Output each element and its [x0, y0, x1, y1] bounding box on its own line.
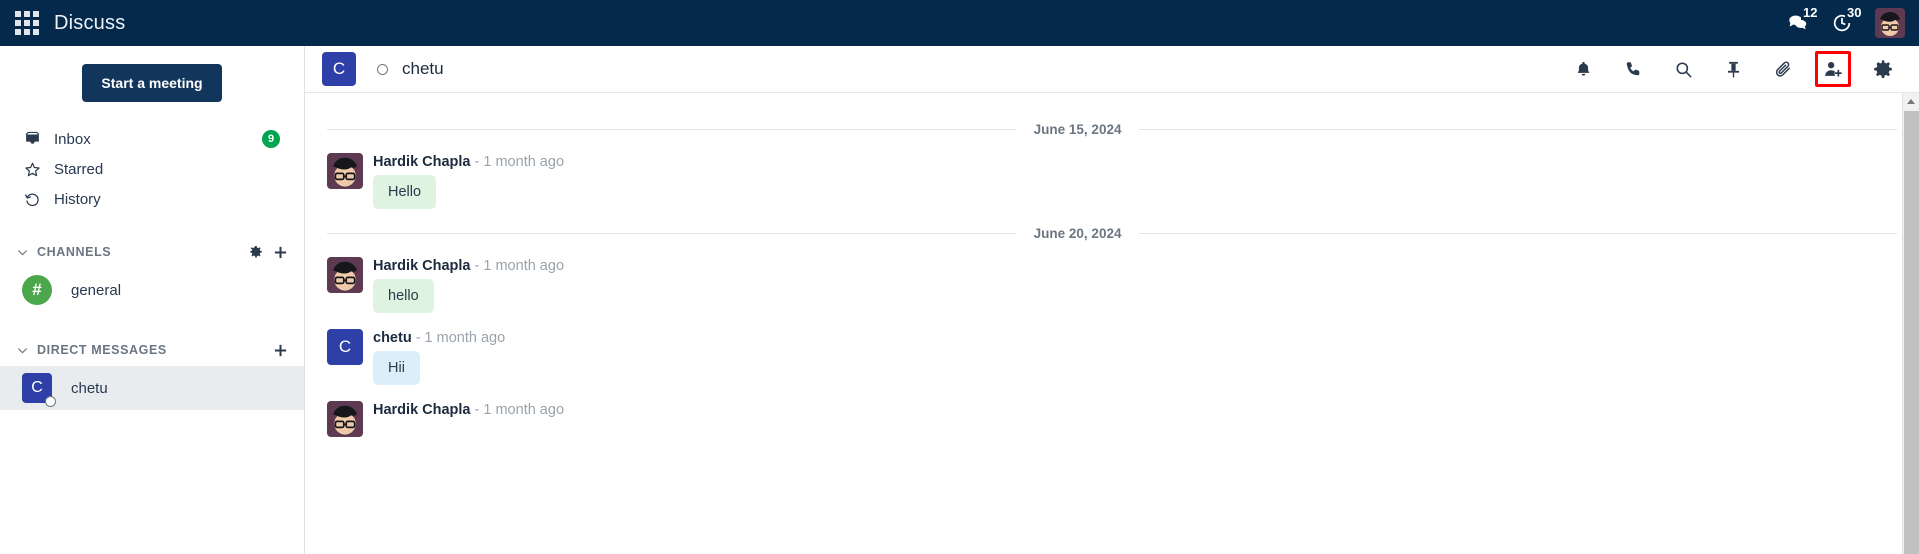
add-user-icon[interactable] — [1815, 51, 1851, 87]
message-bubble: hello — [373, 279, 434, 313]
direct-messages-section-actions — [273, 343, 288, 358]
sidebar-item-history[interactable]: History — [14, 184, 290, 214]
activity-menu[interactable]: 30 — [1831, 5, 1864, 34]
channels-section-title: CHANNELS — [37, 245, 112, 259]
gear-icon[interactable] — [1865, 51, 1901, 87]
dm-label: chetu — [71, 379, 108, 397]
top-navbar: Discuss 12 30 — [0, 0, 1919, 46]
date-separator: June 15, 2024 — [305, 122, 1919, 137]
presence-offline-icon — [377, 63, 388, 75]
navbar-actions: 12 30 — [1787, 0, 1919, 46]
message-author: chetu — [373, 330, 412, 346]
message-body: Hardik Chapla - 1 month ago — [373, 401, 564, 437]
message-meta: Hardik Chapla - 1 month ago — [373, 401, 564, 419]
plus-icon[interactable] — [273, 245, 288, 260]
sidebar-item-inbox[interactable]: Inbox 9 — [14, 124, 290, 154]
channel-hash-avatar: # — [22, 275, 52, 305]
inbox-count-badge: 9 — [262, 130, 280, 148]
sidebar-item-label: Inbox — [54, 130, 91, 148]
messages-menu[interactable]: 12 — [1787, 5, 1820, 34]
plus-icon[interactable] — [273, 343, 288, 358]
message-bubble: Hii — [373, 351, 420, 385]
message-author: Hardik Chapla — [373, 154, 471, 170]
main-layout: Start a meeting Inbox 9 Starred History … — [0, 46, 1919, 554]
message-body: chetu - 1 month ago Hii — [373, 329, 505, 385]
message-avatar: C — [327, 329, 363, 365]
message-meta: Hardik Chapla - 1 month ago — [373, 153, 564, 171]
history-icon — [24, 191, 46, 208]
separator-line — [327, 129, 1016, 130]
chat-header-actions — [1565, 51, 1911, 87]
message-timestamp: - 1 month ago — [474, 402, 565, 418]
scroll-up-arrow[interactable] — [1903, 93, 1919, 110]
scrollbar-thumb[interactable] — [1904, 111, 1919, 554]
separator-line — [1139, 233, 1897, 234]
dm-avatar: C — [22, 373, 56, 407]
chevron-down-icon — [16, 246, 29, 259]
message-meta: chetu - 1 month ago — [373, 329, 505, 347]
activity-badge: 30 — [1845, 5, 1864, 20]
channels-section-actions — [249, 245, 288, 260]
message-avatar — [327, 257, 363, 293]
message-author: Hardik Chapla — [373, 402, 471, 418]
message-timestamp: - 1 month ago — [474, 258, 565, 274]
chat-title[interactable]: chetu — [402, 59, 444, 79]
messages-badge: 12 — [1801, 5, 1820, 20]
chat-header: C chetu — [305, 46, 1919, 93]
inbox-icon — [24, 131, 46, 148]
date-label: June 15, 2024 — [1033, 122, 1122, 137]
triangle-up-icon — [1907, 99, 1915, 104]
direct-messages-section-header[interactable]: DIRECT MESSAGES — [0, 334, 304, 366]
search-icon[interactable] — [1665, 51, 1701, 87]
message-meta: Hardik Chapla - 1 month ago — [373, 257, 564, 275]
channel-label: general — [71, 281, 122, 299]
chat-header-avatar: C — [322, 52, 356, 86]
message-item[interactable]: Hardik Chapla - 1 month ago hello — [305, 251, 1919, 313]
app-title: Discuss — [54, 11, 126, 34]
direct-messages-section-title: DIRECT MESSAGES — [37, 343, 167, 357]
dm-avatar-initial: C — [31, 379, 43, 396]
message-body: Hardik Chapla - 1 month ago Hello — [373, 153, 564, 209]
presence-offline-icon — [45, 396, 56, 407]
message-body: Hardik Chapla - 1 month ago hello — [373, 257, 564, 313]
sidebar-dm-chetu[interactable]: C chetu — [0, 366, 304, 410]
separator-line — [327, 233, 1016, 234]
message-avatar — [327, 401, 363, 437]
sidebar-channel-general[interactable]: # general — [0, 268, 304, 312]
star-icon — [24, 161, 46, 178]
sidebar: Start a meeting Inbox 9 Starred History … — [0, 46, 305, 554]
separator-line — [1139, 129, 1897, 130]
thread-scrollbar[interactable] — [1902, 93, 1919, 554]
message-bubble: Hello — [373, 175, 437, 209]
message-item[interactable]: Hardik Chapla - 1 month ago — [305, 395, 1919, 437]
chevron-down-icon — [16, 344, 29, 357]
chat-pane: C chetu June 15, 2024 Hardik Chapla - 1 … — [305, 46, 1919, 554]
notification-bell-icon[interactable] — [1565, 51, 1601, 87]
sidebar-item-starred[interactable]: Starred — [14, 154, 290, 184]
channels-section-header[interactable]: CHANNELS — [0, 236, 304, 268]
message-item[interactable]: Hardik Chapla - 1 month ago Hello — [305, 147, 1919, 209]
apps-grid-icon[interactable] — [10, 6, 44, 40]
sidebar-item-label: Starred — [54, 160, 104, 178]
message-thread[interactable]: June 15, 2024 Hardik Chapla - 1 month ag… — [305, 93, 1919, 554]
sidebar-nav-list: Inbox 9 Starred History — [0, 124, 304, 214]
start-meeting-button[interactable]: Start a meeting — [82, 64, 222, 102]
message-item[interactable]: C chetu - 1 month ago Hii — [305, 323, 1919, 385]
gear-icon[interactable] — [249, 245, 263, 259]
message-avatar — [327, 153, 363, 189]
paperclip-icon[interactable] — [1765, 51, 1801, 87]
date-label: June 20, 2024 — [1033, 226, 1122, 241]
avatar[interactable] — [1875, 8, 1905, 38]
pin-icon[interactable] — [1715, 51, 1751, 87]
start-meeting-row: Start a meeting — [0, 58, 304, 124]
phone-icon[interactable] — [1615, 51, 1651, 87]
message-timestamp: - 1 month ago — [474, 154, 565, 170]
message-author: Hardik Chapla — [373, 258, 471, 274]
sidebar-item-label: History — [54, 190, 101, 208]
message-timestamp: - 1 month ago — [415, 330, 506, 346]
date-separator: June 20, 2024 — [305, 226, 1919, 241]
